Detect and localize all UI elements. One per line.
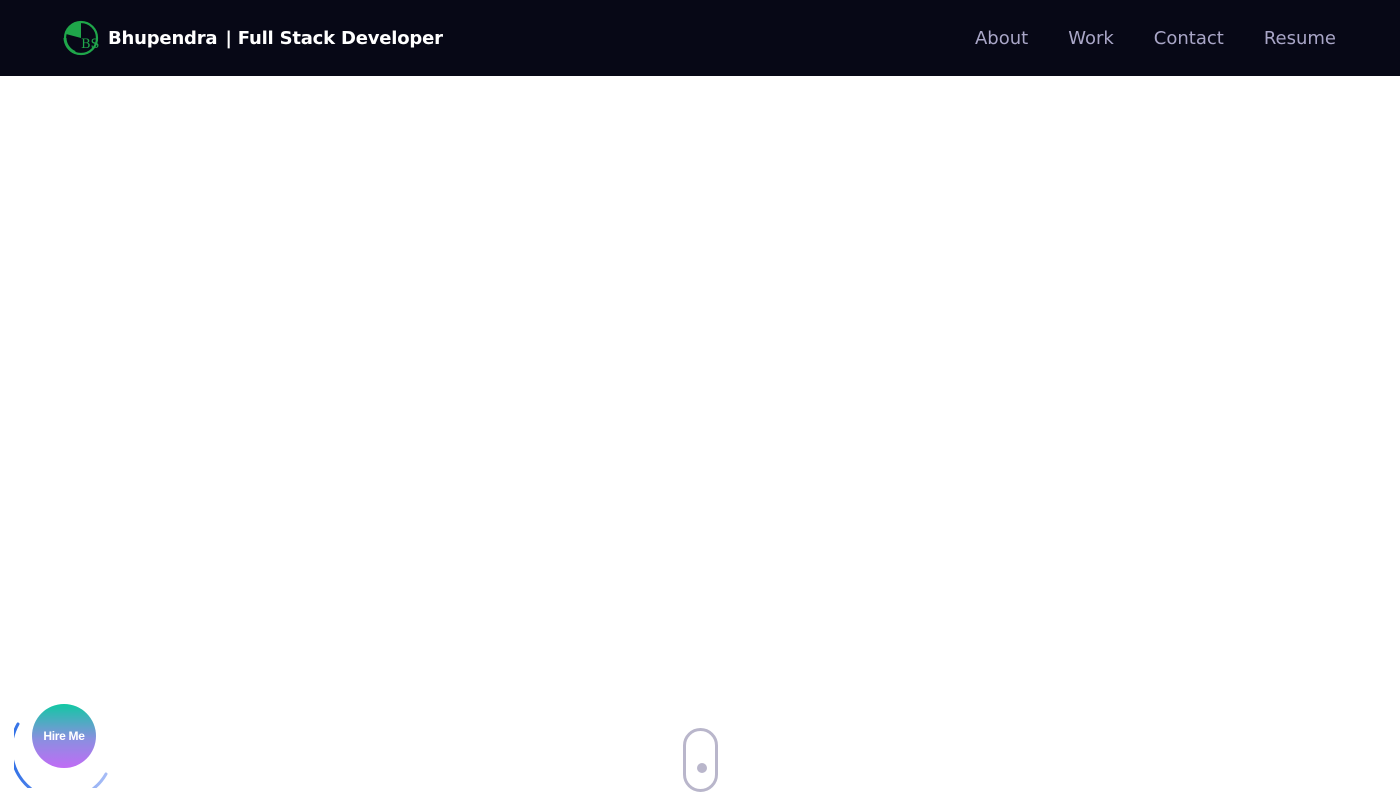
main-nav: About Work Contact Resume bbox=[975, 0, 1336, 76]
hire-me-label: Hire Me bbox=[43, 729, 85, 743]
hero-section bbox=[0, 76, 1400, 800]
nav-link-work[interactable]: Work bbox=[1068, 28, 1114, 49]
brand-separator: | bbox=[225, 27, 232, 49]
hire-me-widget: Hire Me bbox=[14, 700, 110, 788]
mouse-scroll-icon[interactable] bbox=[683, 728, 718, 792]
scroll-wheel-dot bbox=[697, 763, 707, 773]
top-navbar: BS Bhupendra | Full Stack Developer Abou… bbox=[0, 0, 1400, 76]
svg-text:BS: BS bbox=[81, 37, 99, 52]
nav-link-contact[interactable]: Contact bbox=[1154, 28, 1224, 49]
brand-name: Bhupendra bbox=[108, 27, 218, 49]
brand-link[interactable]: BS Bhupendra | Full Stack Developer bbox=[62, 19, 443, 57]
bs-monogram-logo-icon: BS bbox=[63, 20, 99, 56]
hire-me-button[interactable]: Hire Me bbox=[32, 704, 96, 768]
nav-link-about[interactable]: About bbox=[975, 28, 1028, 49]
nav-link-resume[interactable]: Resume bbox=[1264, 28, 1336, 49]
brand-title: Full Stack Developer bbox=[237, 27, 443, 49]
